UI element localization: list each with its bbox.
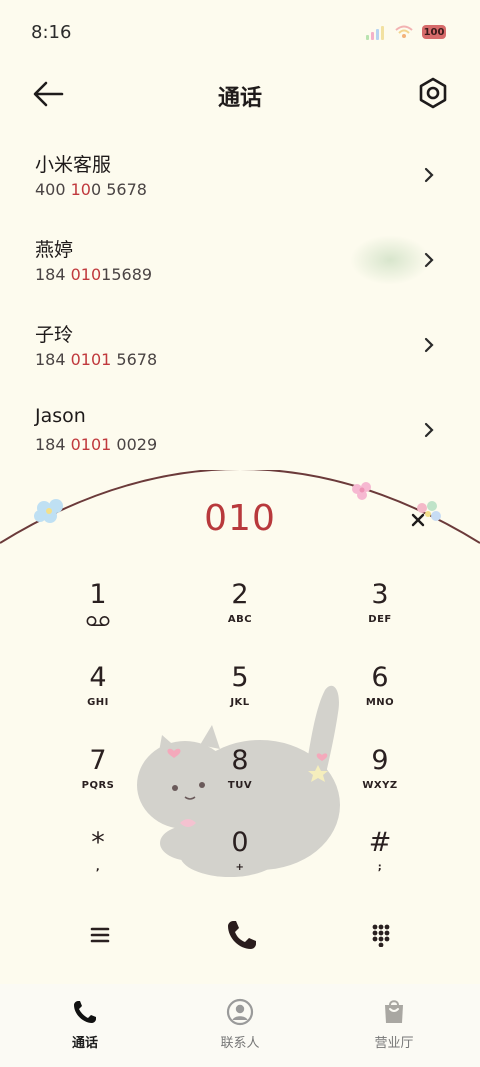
battery-level: 100 xyxy=(423,26,445,38)
status-icons: 100 xyxy=(366,24,446,40)
page-title: 通话 xyxy=(217,86,262,111)
tab-calls[interactable]: 通话 xyxy=(25,998,145,1051)
dial-number-display: 010 xyxy=(204,498,276,539)
contact-number: 400 100 5678 xyxy=(35,180,147,199)
tab-contacts[interactable]: 联系人 xyxy=(180,998,300,1051)
key-9[interactable]: 9 WXYZ xyxy=(325,744,435,814)
menu-icon[interactable] xyxy=(88,923,112,947)
status-time: 8:16 xyxy=(31,22,72,43)
tab-label: 通话 xyxy=(71,1036,98,1051)
decorative-smudge xyxy=(350,235,430,285)
contact-item[interactable]: 子玲 184 0101 5678 xyxy=(0,308,480,393)
signal-icon xyxy=(366,24,386,40)
key-3[interactable]: 3 DEF xyxy=(325,578,435,648)
contact-name: 子玲 xyxy=(35,324,74,346)
contact-number: 184 0101 5678 xyxy=(35,350,158,369)
settings-hexagon-icon[interactable] xyxy=(416,76,450,110)
key-8[interactable]: 8 TUV xyxy=(185,744,295,814)
key-2[interactable]: 2 ABC xyxy=(185,578,295,648)
contact-number: 184 0101 0029 xyxy=(35,435,158,454)
dial-panel: 010 1 2 ABC 3 DEF 4 GHI 5 JKL 6 MNO 7 PQ… xyxy=(0,470,480,1067)
voicemail-icon xyxy=(86,616,110,626)
chevron-right-icon xyxy=(424,422,434,438)
status-bar: 8:16 100 xyxy=(0,0,480,64)
chevron-right-icon xyxy=(424,167,434,183)
key-7[interactable]: 7 PQRS xyxy=(43,744,153,814)
key-0[interactable]: 0 + xyxy=(185,826,295,896)
contact-name: Jason xyxy=(35,405,86,427)
contact-item[interactable]: Jason 184 0101 0029 xyxy=(0,393,480,478)
tab-service-hall[interactable]: 营业厅 xyxy=(334,998,454,1051)
keypad-grid-icon[interactable] xyxy=(371,923,391,947)
call-phone-icon[interactable] xyxy=(224,917,260,953)
contact-icon xyxy=(226,998,254,1026)
battery-icon: 100 xyxy=(422,25,446,39)
contact-item[interactable]: 小米客服 400 100 5678 xyxy=(0,138,480,223)
wifi-icon xyxy=(395,25,413,38)
header: 通话 xyxy=(0,70,480,120)
chevron-right-icon xyxy=(424,337,434,353)
contact-number: 184 01015689 xyxy=(35,265,153,284)
bag-icon xyxy=(385,1000,403,1023)
contact-list: 小米客服 400 100 5678 燕婷 184 01015689 子玲 184… xyxy=(0,138,480,478)
phone-icon xyxy=(74,1001,96,1023)
contact-name: 燕婷 xyxy=(35,239,74,261)
key-star[interactable]: * , xyxy=(43,826,153,896)
key-5[interactable]: 5 JKL xyxy=(185,661,295,731)
bottom-nav: 通话 联系人 营业厅 xyxy=(0,984,480,1067)
key-1[interactable]: 1 xyxy=(43,578,153,648)
tab-label: 营业厅 xyxy=(374,1036,414,1051)
tab-label: 联系人 xyxy=(220,1036,260,1051)
dial-actions xyxy=(0,915,480,965)
key-6[interactable]: 6 MNO xyxy=(325,661,435,731)
key-hash[interactable]: # ; xyxy=(325,826,435,896)
delete-x-icon[interactable] xyxy=(410,512,426,528)
key-4[interactable]: 4 GHI xyxy=(43,661,153,731)
contact-name: 小米客服 xyxy=(35,154,112,176)
